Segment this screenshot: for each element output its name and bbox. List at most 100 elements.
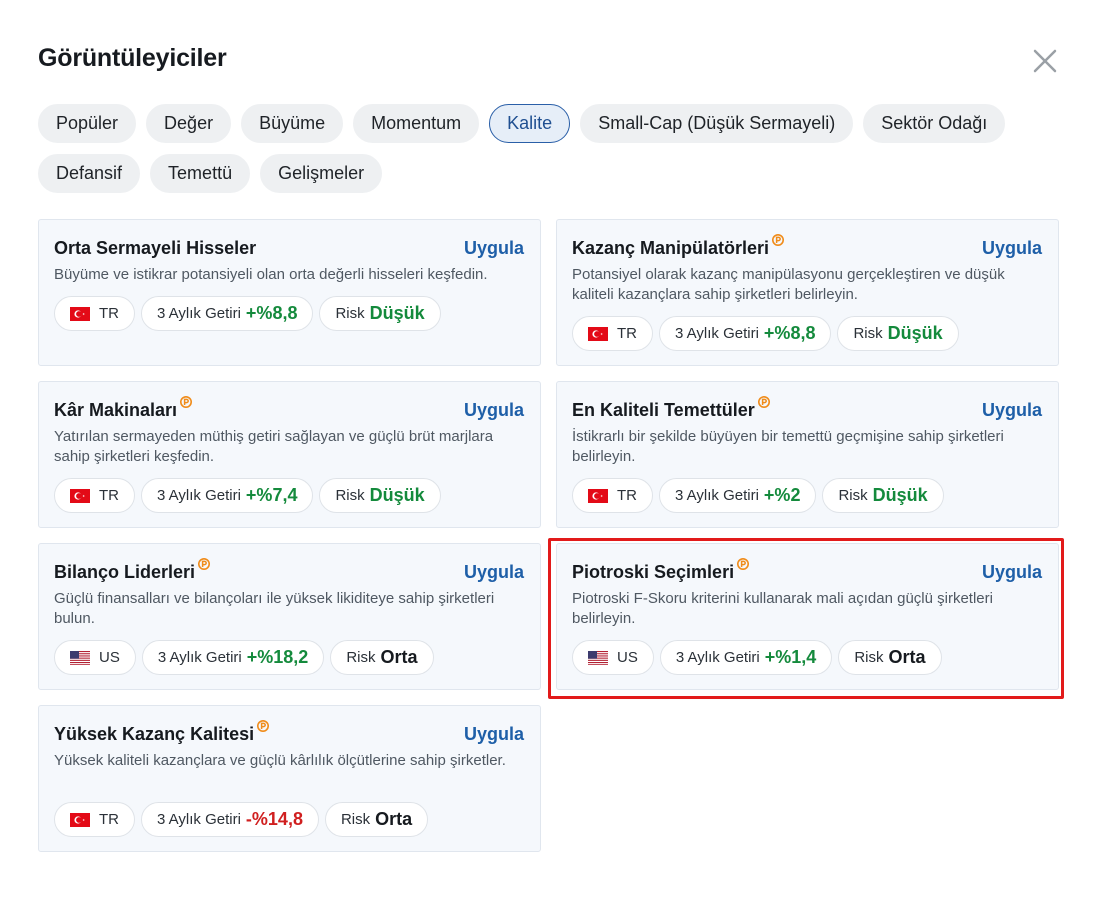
risk-badge: Risk Orta <box>330 640 434 675</box>
risk-value: Orta <box>888 647 926 667</box>
risk-badge: Risk Düşük <box>837 316 959 351</box>
apply-button[interactable]: Uygula <box>464 400 524 421</box>
screener-card[interactable]: Yüksek Kazanç Kalitesi Uygula Yüksek kalit… <box>38 705 541 852</box>
tab-momentum[interactable]: Momentum <box>353 104 480 143</box>
card-description: Potansiyel olarak kazanç manipülasyonu g… <box>572 266 1005 303</box>
screener-card[interactable]: En Kaliteli Temettüler Uygula İstikrarlı b… <box>556 381 1059 528</box>
return-value: +%8,8 <box>245 303 298 323</box>
premium-icon <box>737 558 750 570</box>
card-description: Güçlü finansalları ve bilançoları ile yü… <box>54 590 495 627</box>
risk-badge: Risk Düşük <box>319 478 441 513</box>
tab-deger[interactable]: Değer <box>146 104 232 143</box>
return-badge: 3 Aylık Getiri +%18,2 <box>141 640 325 675</box>
tab-populer[interactable]: Popüler <box>38 104 137 143</box>
card-title-wrap: En Kaliteli Temettüler <box>572 396 770 421</box>
screener-card[interactable]: Kazanç Manipülatörleri Uygula Potansiyel o… <box>556 219 1059 366</box>
return-value: +%7,4 <box>245 485 298 505</box>
us-flag-icon <box>70 650 90 665</box>
risk-label: Risk <box>853 325 883 342</box>
turkey-flag-icon <box>70 488 90 503</box>
country-code: US <box>99 649 120 666</box>
card-description: Büyüme ve istikrar potansiyeli olan orta… <box>54 266 488 283</box>
turkey-flag-icon <box>70 812 90 827</box>
card-title: Piotroski Seçimleri <box>572 562 735 582</box>
page-title: Görüntüleyiciler <box>38 44 227 72</box>
return-value: -%14,8 <box>245 809 303 829</box>
card-description: Yüksek kaliteli kazançlara ve güçlü kârl… <box>54 752 506 769</box>
risk-value: Düşük <box>369 303 425 323</box>
card-title: Yüksek Kazanç Kalitesi <box>54 724 255 744</box>
card-title-wrap: Orta Sermayeli Hisseler <box>54 238 256 259</box>
country-badge: TR <box>54 802 135 837</box>
card-title-wrap: Piotroski Seçimleri <box>572 558 750 583</box>
premium-icon <box>257 720 270 732</box>
apply-button[interactable]: Uygula <box>464 724 524 745</box>
card-stats: TR 3 Aylık Getiri +%7,4 Risk Düşük <box>54 478 441 513</box>
return-badge: 3 Aylık Getiri +%7,4 <box>141 478 314 513</box>
card-title: Kâr Makinaları <box>54 400 178 420</box>
risk-label: Risk <box>340 811 371 828</box>
tab-buyume[interactable]: Büyüme <box>241 104 344 143</box>
return-label: 3 Aylık Getiri <box>157 487 241 504</box>
screener-card[interactable]: Piotroski Seçimleri Uygula Piotroski F-Sko… <box>556 543 1059 690</box>
card-stats: TR 3 Aylık Getiri -%14,8 Risk Orta <box>54 802 429 837</box>
return-badge: 3 Aylık Getiri +%8,8 <box>659 316 832 351</box>
return-badge: 3 Aylık Getiri +%8,8 <box>141 296 314 331</box>
card-stats: TR 3 Aylık Getiri +%2 Risk Düşük <box>572 478 944 513</box>
country-code: TR <box>617 487 637 504</box>
premium-icon <box>772 234 785 246</box>
card-title-wrap: Bilanço Liderleri <box>54 558 211 583</box>
country-code: TR <box>617 325 637 342</box>
risk-label: Risk <box>335 487 365 504</box>
screener-card[interactable]: Bilanço Liderleri Uygula Güçlü finansallar… <box>38 543 541 690</box>
card-stats: TR 3 Aylık Getiri +%8,8 Risk Düşük <box>572 316 959 351</box>
apply-button[interactable]: Uygula <box>982 400 1042 421</box>
apply-button[interactable]: Uygula <box>464 238 524 259</box>
apply-button[interactable]: Uygula <box>982 562 1042 583</box>
tab-small-cap[interactable]: Small-Cap (Düşük Sermayeli) <box>580 104 854 143</box>
tab-gelismeler[interactable]: Gelişmeler <box>260 154 383 193</box>
risk-value: Orta <box>375 809 413 829</box>
return-value: +%2 <box>763 485 801 505</box>
return-badge: 3 Aylık Getiri -%14,8 <box>141 802 319 837</box>
return-value: +%8,8 <box>763 323 816 343</box>
risk-value: Orta <box>380 647 418 667</box>
card-title-wrap: Kazanç Manipülatörleri <box>572 234 785 259</box>
risk-label: Risk <box>838 487 868 504</box>
apply-button[interactable]: Uygula <box>464 562 524 583</box>
card-stats: US 3 Aylık Getiri +%1,4 Risk Orta <box>572 640 942 675</box>
premium-icon <box>180 396 193 408</box>
turkey-flag-icon <box>588 488 608 503</box>
return-badge: 3 Aylık Getiri +%1,4 <box>659 640 833 675</box>
return-label: 3 Aylık Getiri <box>675 649 760 666</box>
screener-card[interactable]: Kâr Makinaları Uygula Yatırılan sermayeden… <box>38 381 541 528</box>
risk-badge: Risk Orta <box>838 640 942 675</box>
turkey-flag-icon <box>70 306 90 321</box>
country-badge: TR <box>54 296 135 331</box>
screener-card[interactable]: Orta Sermayeli Hisseler Uygula Büyüme ve i… <box>38 219 541 366</box>
tab-temettu[interactable]: Temettü <box>150 154 251 193</box>
country-badge: TR <box>54 478 135 513</box>
card-stats: TR 3 Aylık Getiri +%8,8 Risk Düşük <box>54 296 441 331</box>
tab-kalite[interactable]: Kalite <box>489 104 571 143</box>
close-icon[interactable] <box>1030 46 1060 76</box>
card-title: Kazanç Manipülatörleri <box>572 238 770 258</box>
country-badge: TR <box>572 316 653 351</box>
risk-label: Risk <box>854 649 884 666</box>
country-code: TR <box>99 811 119 828</box>
risk-value: Düşük <box>369 485 425 505</box>
apply-button[interactable]: Uygula <box>982 238 1042 259</box>
return-label: 3 Aylık Getiri <box>157 305 241 322</box>
country-badge: US <box>54 640 136 675</box>
us-flag-icon <box>588 650 608 665</box>
category-tabs: Popüler Değer Büyüme Momentum Kalite Sma… <box>38 104 1068 193</box>
country-code: TR <box>99 305 119 322</box>
tab-defansif[interactable]: Defansif <box>38 154 141 193</box>
country-code: TR <box>99 487 119 504</box>
country-badge: US <box>572 640 654 675</box>
tab-sektor-odagi[interactable]: Sektör Odağı <box>863 104 1006 143</box>
risk-value: Düşük <box>872 485 928 505</box>
return-label: 3 Aylık Getiri <box>157 649 242 666</box>
return-label: 3 Aylık Getiri <box>675 487 759 504</box>
risk-badge: Risk Düşük <box>319 296 441 331</box>
